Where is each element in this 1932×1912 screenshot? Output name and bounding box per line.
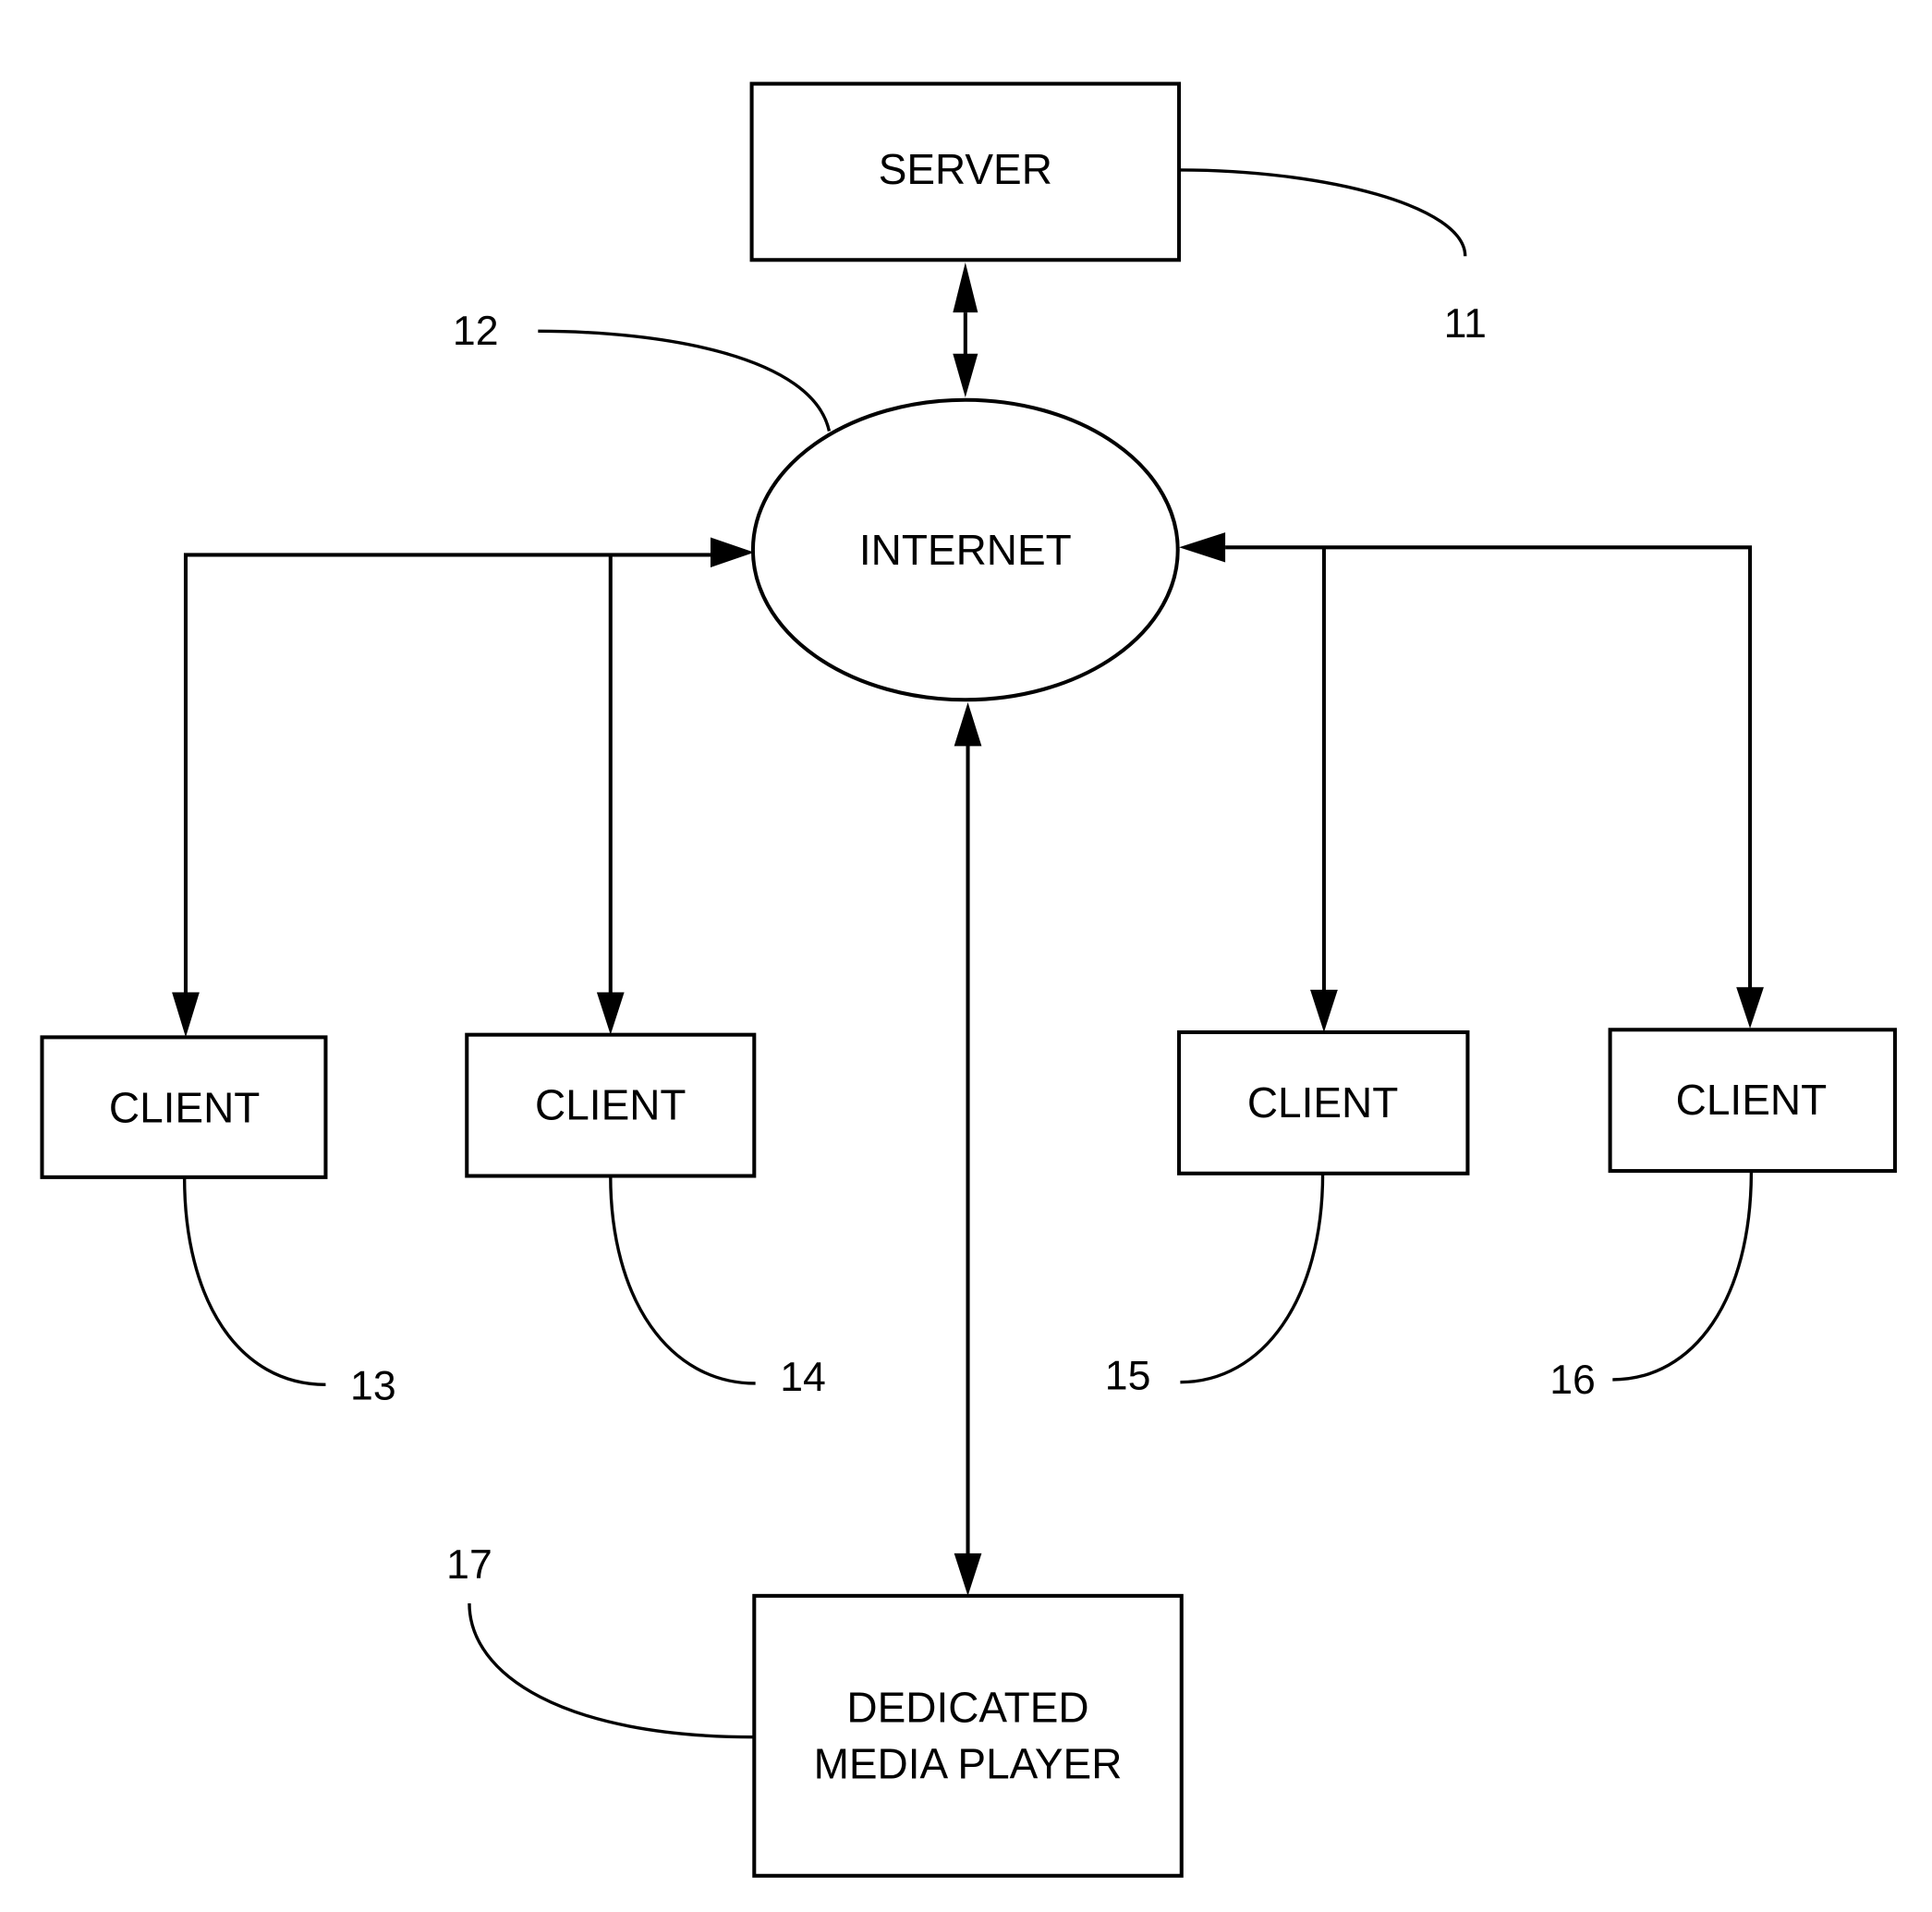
arrowhead-down-icon <box>1736 987 1764 1029</box>
internet-ref-number: 12 <box>453 309 499 354</box>
server-leader-line <box>1179 168 1467 257</box>
arrowhead-down-icon <box>596 992 625 1035</box>
client14-ref-number: 14 <box>780 1355 826 1400</box>
client16-ref-number: 16 <box>1549 1358 1596 1403</box>
media-player-label-line1: DEDICATED <box>846 1683 1088 1731</box>
client-label: CLIENT <box>109 1083 260 1131</box>
server-label: SERVER <box>879 145 1052 193</box>
arrowhead-left-icon <box>1179 532 1226 563</box>
internet-label: INTERNET <box>859 526 1072 574</box>
client13-ref-number: 13 <box>350 1364 396 1409</box>
client13-leader-line <box>182 1176 326 1387</box>
arrowhead-down-icon <box>172 992 200 1038</box>
client-label: CLIENT <box>1247 1078 1398 1126</box>
client15-leader-line <box>1180 1173 1325 1384</box>
media-player-leader-line <box>468 1602 755 1739</box>
client-label: CLIENT <box>535 1081 686 1129</box>
client14-leader-line <box>609 1175 756 1385</box>
server-node: SERVER <box>749 81 1182 262</box>
media-player-node: DEDICATED MEDIA PLAYER <box>752 1593 1184 1878</box>
left-bus-line <box>183 553 711 994</box>
right-bus-line <box>1225 545 1753 994</box>
client16-leader-line <box>1612 1171 1754 1382</box>
media-player-ref-number: 17 <box>446 1542 492 1588</box>
server-ref-number: 11 <box>1444 301 1487 347</box>
arrowhead-up-icon <box>954 701 982 747</box>
arrowhead-down-icon <box>954 1553 982 1596</box>
client-node-14: CLIENT <box>465 1032 757 1178</box>
media-player-box <box>752 1593 1184 1878</box>
arrowhead-down-icon <box>953 353 978 398</box>
internet-leader-line <box>538 329 832 432</box>
arrowhead-down-icon <box>1310 990 1338 1032</box>
arrowhead-up-icon <box>953 262 978 313</box>
internet-node: INTERNET <box>750 397 1180 702</box>
client15-ref-number: 15 <box>1105 1354 1151 1399</box>
network-diagram: SERVER 11 INTERNET 12 CLIENT 13 CLIENT 1… <box>40 81 1897 1878</box>
client-label: CLIENT <box>1676 1076 1827 1124</box>
client-node-16: CLIENT <box>1608 1028 1897 1174</box>
client-node-15: CLIENT <box>1177 1029 1470 1175</box>
client-node-13: CLIENT <box>40 1035 328 1179</box>
media-player-label-line2: MEDIA PLAYER <box>814 1739 1123 1787</box>
arrowhead-right-icon <box>710 537 755 567</box>
